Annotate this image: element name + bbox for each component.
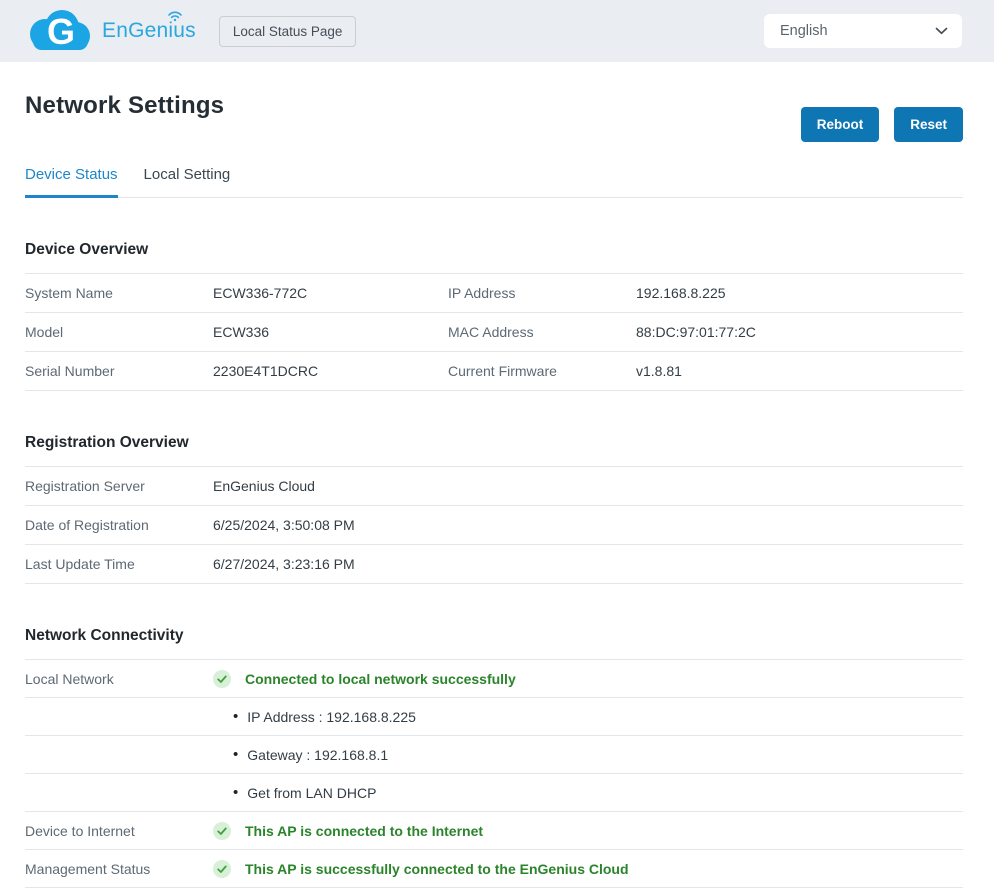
field-value: ECW336-772C bbox=[213, 285, 448, 301]
language-selected-value: English bbox=[780, 23, 828, 39]
field-label: Local Network bbox=[25, 671, 213, 687]
table-row: Registration Server EnGenius Cloud bbox=[25, 467, 963, 506]
check-circle-icon bbox=[213, 860, 231, 878]
network-connectivity-title: Network Connectivity bbox=[25, 627, 963, 645]
detail-text: IP Address : 192.168.8.225 bbox=[247, 709, 416, 725]
table-row-local-network: Local Network Connected to local network… bbox=[25, 660, 963, 698]
field-value: 192.168.8.225 bbox=[636, 285, 963, 301]
field-label: Model bbox=[25, 324, 213, 340]
network-connectivity-table: Local Network Connected to local network… bbox=[25, 659, 963, 888]
field-value: 88:DC:97:01:77:2C bbox=[636, 324, 963, 340]
bullet-dot: • bbox=[233, 747, 238, 762]
check-circle-icon bbox=[213, 822, 231, 840]
list-item: • IP Address : 192.168.8.225 bbox=[233, 709, 963, 725]
table-row: Last Update Time 6/27/2024, 3:23:16 PM bbox=[25, 545, 963, 584]
reboot-button[interactable]: Reboot bbox=[801, 107, 880, 142]
field-value: 2230E4T1DCRC bbox=[213, 363, 448, 379]
field-label: MAC Address bbox=[448, 324, 636, 340]
status-badge: This AP is successfully connected to the… bbox=[213, 860, 963, 878]
field-label: System Name bbox=[25, 285, 213, 301]
device-overview-title: Device Overview bbox=[25, 241, 963, 259]
field-value: EnGenius Cloud bbox=[213, 478, 963, 494]
field-label: Serial Number bbox=[25, 363, 213, 379]
field-value: 6/25/2024, 3:50:08 PM bbox=[213, 517, 963, 533]
field-label: Last Update Time bbox=[25, 556, 213, 572]
tab-local-setting[interactable]: Local Setting bbox=[144, 166, 231, 198]
list-item: • Gateway : 192.168.8.1 bbox=[233, 747, 963, 763]
device-overview-section: Device Overview System Name ECW336-772C … bbox=[25, 241, 963, 391]
registration-overview-title: Registration Overview bbox=[25, 434, 963, 452]
field-label: Management Status bbox=[25, 861, 213, 877]
table-row: System Name ECW336-772C IP Address 192.1… bbox=[25, 274, 963, 313]
tab-bar: Device Status Local Setting bbox=[25, 166, 963, 198]
table-row: Date of Registration 6/25/2024, 3:50:08 … bbox=[25, 506, 963, 545]
svg-text:G: G bbox=[47, 11, 75, 52]
main-content: Network Settings Reboot Reset Device Sta… bbox=[0, 93, 994, 888]
local-status-page-button[interactable]: Local Status Page bbox=[219, 16, 357, 47]
field-value: 6/27/2024, 3:23:16 PM bbox=[213, 556, 963, 572]
page-head: Network Settings Reboot Reset bbox=[25, 93, 963, 142]
table-row: Serial Number 2230E4T1DCRC Current Firmw… bbox=[25, 352, 963, 391]
page-title: Network Settings bbox=[25, 93, 224, 118]
detail-text: Gateway : 192.168.8.1 bbox=[247, 747, 388, 763]
field-label: IP Address bbox=[448, 285, 636, 301]
logo-text: EnGenius bbox=[102, 19, 196, 42]
table-row-detail: • Get from LAN DHCP bbox=[25, 774, 963, 812]
language-select[interactable]: English bbox=[764, 14, 962, 48]
top-header: G EnGenius Local Status Page English bbox=[0, 0, 994, 62]
field-label: Current Firmware bbox=[448, 363, 636, 379]
bullet-dot: • bbox=[233, 785, 238, 800]
registration-overview-section: Registration Overview Registration Serve… bbox=[25, 434, 963, 584]
field-label: Registration Server bbox=[25, 478, 213, 494]
device-overview-table: System Name ECW336-772C IP Address 192.1… bbox=[25, 273, 963, 391]
chevron-down-icon bbox=[935, 27, 948, 35]
table-row: Model ECW336 MAC Address 88:DC:97:01:77:… bbox=[25, 313, 963, 352]
table-row-detail: • IP Address : 192.168.8.225 bbox=[25, 698, 963, 736]
status-text: This AP is connected to the Internet bbox=[245, 823, 483, 839]
status-text: This AP is successfully connected to the… bbox=[245, 861, 629, 877]
status-badge: This AP is connected to the Internet bbox=[213, 822, 963, 840]
list-item: • Get from LAN DHCP bbox=[233, 785, 963, 801]
field-label: Device to Internet bbox=[25, 823, 213, 839]
detail-text: Get from LAN DHCP bbox=[247, 785, 376, 801]
status-badge: Connected to local network successfully bbox=[213, 670, 963, 688]
head-buttons: Reboot Reset bbox=[801, 107, 963, 142]
table-row-detail: • Gateway : 192.168.8.1 bbox=[25, 736, 963, 774]
registration-overview-table: Registration Server EnGenius Cloud Date … bbox=[25, 466, 963, 584]
wifi-icon bbox=[167, 11, 183, 21]
cloud-logo-icon: G bbox=[25, 7, 93, 55]
field-value: ECW336 bbox=[213, 324, 448, 340]
field-value: v1.8.81 bbox=[636, 363, 963, 379]
tab-device-status[interactable]: Device Status bbox=[25, 166, 118, 198]
table-row-device-to-internet: Device to Internet This AP is connected … bbox=[25, 812, 963, 850]
network-connectivity-section: Network Connectivity Local Network Conne… bbox=[25, 627, 963, 888]
bullet-dot: • bbox=[233, 709, 238, 724]
engenius-logo: G EnGenius bbox=[25, 7, 196, 55]
field-label: Date of Registration bbox=[25, 517, 213, 533]
reset-button[interactable]: Reset bbox=[894, 107, 963, 142]
check-circle-icon bbox=[213, 670, 231, 688]
table-row-management-status: Management Status This AP is successfull… bbox=[25, 850, 963, 888]
status-text: Connected to local network successfully bbox=[245, 671, 516, 687]
